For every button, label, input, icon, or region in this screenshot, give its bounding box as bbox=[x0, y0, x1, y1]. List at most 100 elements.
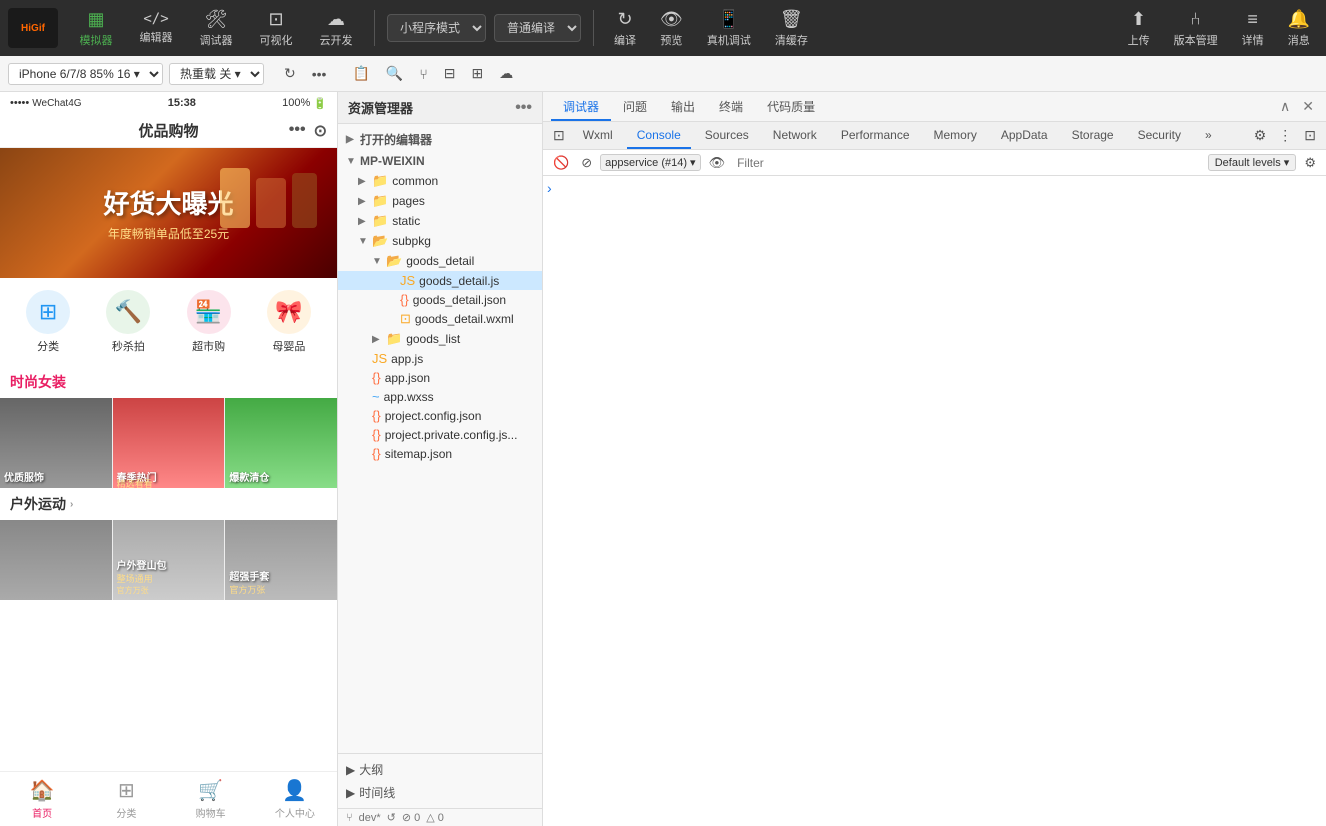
sources-subtab-label: Sources bbox=[705, 128, 749, 142]
file-tree-title: 资源管理器 bbox=[348, 98, 413, 117]
real-debug-icon: 📱 bbox=[718, 9, 740, 30]
preview-button[interactable]: 👁 预览 bbox=[652, 5, 691, 52]
subtab-memory[interactable]: Memory bbox=[924, 122, 987, 149]
category-icon-bg: ⊞ bbox=[26, 290, 70, 334]
upload-button[interactable]: ⬆ 上传 bbox=[1120, 5, 1158, 52]
console-prompt[interactable]: › bbox=[547, 180, 552, 196]
tab-output[interactable]: 输出 bbox=[659, 94, 707, 121]
detail-button[interactable]: ≡ 详情 bbox=[1234, 5, 1272, 52]
visualize-button[interactable]: ⊡ 可视化 bbox=[250, 5, 302, 52]
simulator-button[interactable]: ▦ 模拟器 bbox=[70, 5, 122, 52]
stop-icon[interactable]: ⊘ bbox=[577, 154, 596, 172]
home-icon[interactable]: ⊙ bbox=[314, 121, 327, 141]
outline-btn[interactable]: ▶ 大纲 bbox=[346, 758, 534, 781]
subtab-security[interactable]: Security bbox=[1128, 122, 1191, 149]
goods-detail-arrow: ▼ bbox=[372, 256, 382, 267]
files-button[interactable]: 📋 bbox=[346, 62, 375, 85]
split-button[interactable]: ⊟ bbox=[438, 62, 462, 85]
folder-subpkg[interactable]: ▼ 📂 subpkg bbox=[338, 231, 542, 251]
tab-debugger[interactable]: 调试器 bbox=[551, 94, 611, 121]
settings-console-icon[interactable]: ⚙ bbox=[1300, 154, 1320, 172]
file-sitemap[interactable]: {} sitemap.json bbox=[338, 444, 542, 463]
more-options-button[interactable]: ••• bbox=[306, 62, 333, 85]
outdoor-item-2[interactable]: 户外登山包 整场通用 官方万张 bbox=[113, 520, 225, 600]
hot-reload-select[interactable]: 热重载 关 ▾ bbox=[169, 63, 264, 85]
editor-button[interactable]: </> 编辑器 bbox=[130, 7, 182, 49]
clear-cache-button[interactable]: 🗑 清缓存 bbox=[767, 5, 816, 52]
file-goods-detail-js[interactable]: JS goods_detail.js bbox=[338, 271, 542, 290]
filter-input[interactable] bbox=[733, 154, 1204, 172]
file-project-private[interactable]: {} project.private.config.js... bbox=[338, 425, 542, 444]
device-select[interactable]: iPhone 6/7/8 85% 16 ▾ bbox=[8, 63, 163, 85]
file-app-wxss[interactable]: ~ app.wxss bbox=[338, 387, 542, 406]
subtab-console[interactable]: Console bbox=[627, 122, 691, 149]
fashion-item-3[interactable]: 爆款清仓 bbox=[225, 398, 337, 488]
subtab-sources[interactable]: Sources bbox=[695, 122, 759, 149]
folder-goods-detail[interactable]: ▼ 📂 goods_detail bbox=[338, 251, 542, 271]
subtab-appdata[interactable]: AppData bbox=[991, 122, 1058, 149]
layout-button[interactable]: ⊞ bbox=[465, 62, 489, 85]
tab-issues[interactable]: 问题 bbox=[611, 94, 659, 121]
level-selector[interactable]: Default levels ▾ bbox=[1208, 154, 1297, 171]
git-button[interactable]: ⑂ bbox=[413, 62, 433, 85]
file-goods-detail-json[interactable]: {} goods_detail.json bbox=[338, 290, 542, 309]
folder-pages[interactable]: ▶ 📁 pages bbox=[338, 191, 542, 211]
cloud-icon: ☁ bbox=[327, 9, 345, 30]
app-wxss-icon: ~ bbox=[372, 389, 380, 404]
clear-console-icon[interactable]: 🚫 bbox=[549, 154, 573, 172]
undock-icon[interactable]: ⊡ bbox=[1300, 127, 1320, 144]
compile-button[interactable]: ↻ 编译 bbox=[606, 5, 644, 52]
file-app-json[interactable]: {} app.json bbox=[338, 368, 542, 387]
close-devtools-icon[interactable]: ✕ bbox=[1298, 96, 1318, 117]
mode-select[interactable]: 小程序模式 bbox=[387, 14, 486, 42]
phone-icon-market[interactable]: 🏪 超市购 bbox=[169, 290, 249, 354]
phone-icon-category[interactable]: ⊞ 分类 bbox=[8, 290, 88, 354]
refresh-button[interactable]: ↻ bbox=[278, 62, 302, 85]
file-goods-detail-wxml[interactable]: ⊡ goods_detail.wxml bbox=[338, 309, 542, 329]
subtab-more[interactable]: » bbox=[1195, 122, 1222, 149]
share-icon[interactable]: ••• bbox=[289, 121, 306, 141]
outdoor-item-1[interactable] bbox=[0, 520, 112, 600]
nav-profile[interactable]: 👤 个人中心 bbox=[253, 778, 337, 820]
devtools-panel: 调试器 问题 输出 终端 代码质量 ∧ ✕ ⊡ Wxml bbox=[543, 92, 1326, 826]
nav-cart[interactable]: 🛒 购物车 bbox=[169, 778, 253, 820]
folder-goods-list[interactable]: ▶ 📁 goods_list bbox=[338, 329, 542, 349]
settings-icon[interactable]: ⚙ bbox=[1250, 127, 1271, 144]
cloud-upload-button[interactable]: ☁ bbox=[493, 62, 519, 85]
tab-code-quality[interactable]: 代码质量 bbox=[755, 94, 827, 121]
fashion-item-2[interactable]: 春季热门 精选看看 bbox=[113, 398, 225, 488]
chevron-up-icon[interactable]: ∧ bbox=[1276, 96, 1294, 117]
phone-icon-flash[interactable]: 🔨 秒杀拍 bbox=[88, 290, 168, 354]
kebab-menu-icon[interactable]: ⋮ bbox=[1274, 127, 1296, 144]
file-project-config[interactable]: {} project.config.json bbox=[338, 406, 542, 425]
timeline-btn[interactable]: ▶ 时间线 bbox=[346, 781, 534, 804]
notification-button[interactable]: 🔔 消息 bbox=[1280, 5, 1318, 52]
subtab-wxml[interactable]: Wxml bbox=[573, 122, 623, 149]
eye-icon[interactable]: 👁 bbox=[705, 154, 730, 172]
phone-icon-baby[interactable]: 🎀 母婴品 bbox=[249, 290, 329, 354]
cloud-button[interactable]: ☁ 云开发 bbox=[310, 5, 362, 52]
real-debug-button[interactable]: 📱 真机调试 bbox=[699, 5, 759, 52]
tab-terminal[interactable]: 终端 bbox=[707, 94, 755, 121]
debugger-button[interactable]: 🛠 调试器 bbox=[190, 5, 242, 52]
subtab-performance[interactable]: Performance bbox=[831, 122, 920, 149]
goods-list-arrow: ▶ bbox=[372, 334, 382, 345]
security-subtab-label: Security bbox=[1138, 128, 1181, 142]
subtab-network[interactable]: Network bbox=[763, 122, 827, 149]
folder-common[interactable]: ▶ 📁 common bbox=[338, 171, 542, 191]
search-button[interactable]: 🔍 bbox=[380, 62, 409, 85]
file-tree-more-icon[interactable]: ••• bbox=[515, 99, 532, 117]
context-selector[interactable]: appservice (#14) ▾ bbox=[600, 154, 700, 171]
nav-category[interactable]: ⊞ 分类 bbox=[84, 778, 168, 820]
wxml-inspect-icon[interactable]: ⊡ bbox=[549, 127, 569, 144]
version-button[interactable]: ⑃ 版本管理 bbox=[1166, 5, 1226, 52]
mp-weixin-header[interactable]: ▼ MP-WEIXIN bbox=[338, 151, 542, 171]
nav-home[interactable]: 🏠 首页 bbox=[0, 778, 84, 820]
file-app-js[interactable]: JS app.js bbox=[338, 349, 542, 368]
subtab-storage[interactable]: Storage bbox=[1062, 122, 1124, 149]
folder-static[interactable]: ▶ 📁 static bbox=[338, 211, 542, 231]
fashion-item-1[interactable]: 优质服饰 bbox=[0, 398, 112, 488]
outdoor-item-3[interactable]: 超强手套 官方万张 bbox=[225, 520, 337, 600]
compile-select[interactable]: 普通编译 bbox=[494, 14, 581, 42]
open-editors-header[interactable]: ▶ 打开的编辑器 bbox=[338, 128, 542, 151]
